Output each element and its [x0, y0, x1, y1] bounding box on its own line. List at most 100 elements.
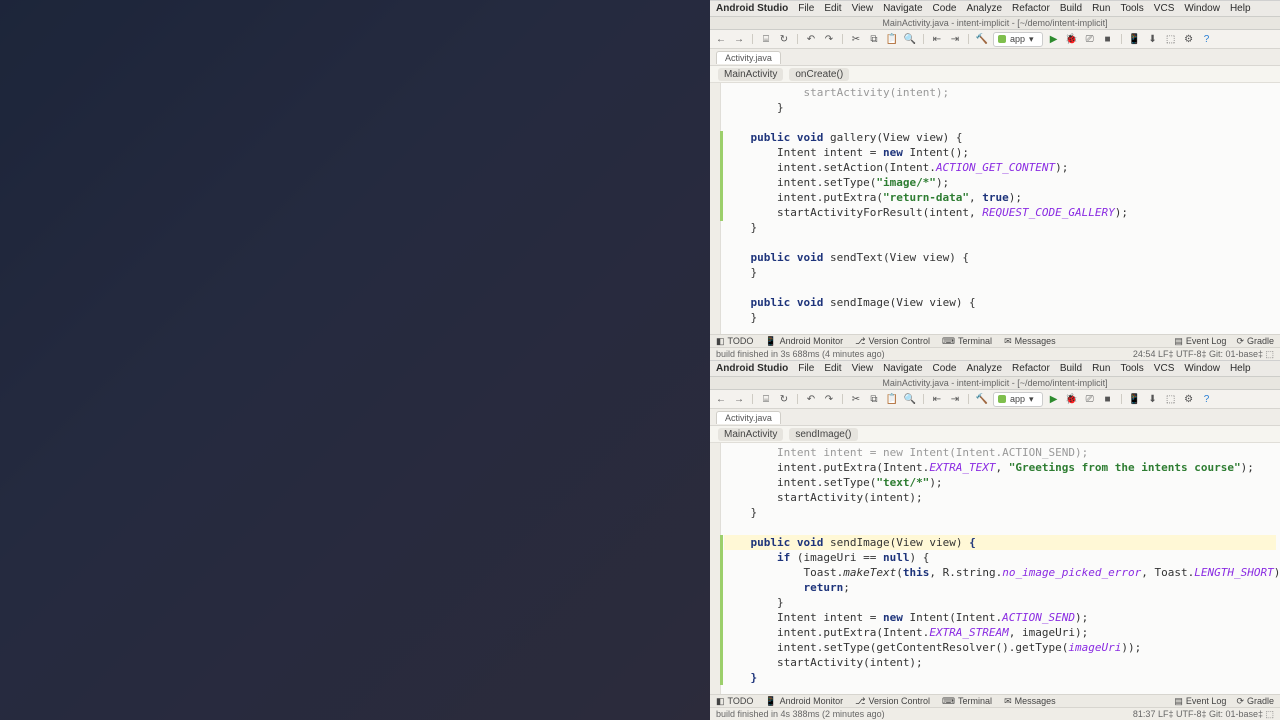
menu-item[interactable]: Window	[1184, 3, 1220, 14]
menu-item[interactable]: File	[798, 363, 814, 374]
menu-item[interactable]: Navigate	[883, 363, 922, 374]
menu-item[interactable]: Help	[1230, 363, 1251, 374]
menu-item[interactable]: Window	[1184, 363, 1220, 374]
back-icon[interactable]: ←	[714, 392, 728, 406]
undo-icon[interactable]: ↶	[804, 392, 818, 406]
find-icon[interactable]: 🔍	[903, 392, 917, 406]
copy-icon[interactable]: ⧉	[867, 392, 881, 406]
todo-tab[interactable]: ◧ TODO	[716, 696, 753, 707]
menu-item[interactable]: Build	[1060, 363, 1082, 374]
sdk-icon[interactable]: ⬇	[1146, 32, 1160, 46]
sync-icon[interactable]: ↻	[777, 392, 791, 406]
debug-icon[interactable]: 🐞	[1065, 392, 1079, 406]
editor-tab[interactable]: Activity.java	[716, 51, 781, 64]
layout-icon[interactable]: ⬚	[1164, 392, 1178, 406]
menu-item[interactable]: File	[798, 3, 814, 14]
cut-icon[interactable]: ✂	[849, 392, 863, 406]
event-log-tab[interactable]: ▤ Event Log	[1174, 696, 1226, 707]
menu-item[interactable]: View	[852, 3, 874, 14]
attach-icon[interactable]: ⎚	[1083, 32, 1097, 46]
menu-item[interactable]: Navigate	[883, 3, 922, 14]
breadcrumb-method[interactable]: sendImage()	[789, 428, 857, 441]
paste-icon[interactable]: 📋	[885, 392, 899, 406]
messages-tab[interactable]: ✉ Messages	[1004, 696, 1056, 707]
debug-icon[interactable]: 🐞	[1065, 32, 1079, 46]
avd-icon[interactable]: 📱	[1128, 392, 1142, 406]
run-config-select[interactable]: app ▾	[993, 392, 1043, 407]
menu-item[interactable]: VCS	[1154, 3, 1175, 14]
messages-tab[interactable]: ✉ Messages	[1004, 336, 1056, 347]
breadcrumb-method[interactable]: onCreate()	[789, 68, 849, 81]
terminal-tab[interactable]: ⌨ Terminal	[942, 336, 992, 347]
copy-icon[interactable]: ⧉	[867, 32, 881, 46]
help-icon[interactable]: ?	[1200, 32, 1214, 46]
code-editor[interactable]: startActivity(intent); } public void gal…	[710, 83, 1280, 334]
layout-icon[interactable]: ⬚	[1164, 32, 1178, 46]
prev-icon[interactable]: ⇤	[930, 32, 944, 46]
save-icon[interactable]: ⌸	[759, 32, 773, 46]
save-icon[interactable]: ⌸	[759, 392, 773, 406]
help-icon[interactable]: ?	[1200, 392, 1214, 406]
attach-icon[interactable]: ⎚	[1083, 392, 1097, 406]
menu-item[interactable]: Code	[933, 363, 957, 374]
run-icon[interactable]: ▶	[1047, 392, 1061, 406]
prev-icon[interactable]: ⇤	[930, 392, 944, 406]
menu-item[interactable]: Analyze	[966, 3, 1002, 14]
version-control-tab[interactable]: ⎇ Version Control	[855, 336, 930, 347]
version-control-tab[interactable]: ⎇ Version Control	[855, 696, 930, 707]
file-tabs: Activity.java	[710, 409, 1280, 426]
forward-icon[interactable]: →	[732, 392, 746, 406]
code-line: intent.putExtra(Intent.EXTRA_STREAM, ima…	[724, 625, 1276, 640]
menu-item[interactable]: Run	[1092, 3, 1110, 14]
android-monitor-tab[interactable]: 📱 Android Monitor	[765, 696, 843, 707]
stop-icon[interactable]: ■	[1101, 392, 1115, 406]
gradle-tab[interactable]: ⟳ Gradle	[1236, 336, 1274, 347]
run-icon[interactable]: ▶	[1047, 32, 1061, 46]
menu-item[interactable]: Help	[1230, 3, 1251, 14]
menu-item[interactable]: Edit	[824, 363, 841, 374]
settings-icon[interactable]: ⚙	[1182, 32, 1196, 46]
todo-tab[interactable]: ◧ TODO	[716, 336, 753, 347]
editor-tab[interactable]: Activity.java	[716, 411, 781, 424]
menu-item[interactable]: Run	[1092, 363, 1110, 374]
menu-item[interactable]: Refactor	[1012, 3, 1050, 14]
menu-item[interactable]: Refactor	[1012, 363, 1050, 374]
forward-icon[interactable]: →	[732, 32, 746, 46]
next-icon[interactable]: ⇥	[948, 32, 962, 46]
menu-item[interactable]: Tools	[1120, 363, 1143, 374]
ide-stack: Android Studio File Edit View Navigate C…	[710, 0, 1280, 720]
terminal-tab[interactable]: ⌨ Terminal	[942, 696, 992, 707]
event-log-tab[interactable]: ▤ Event Log	[1174, 336, 1226, 347]
code-editor[interactable]: Intent intent = new Intent(Intent.ACTION…	[710, 443, 1280, 694]
build-icon[interactable]: 🔨	[975, 392, 989, 406]
menu-item[interactable]: VCS	[1154, 363, 1175, 374]
undo-icon[interactable]: ↶	[804, 32, 818, 46]
breadcrumb-class[interactable]: MainActivity	[718, 68, 783, 81]
menu-item[interactable]: Code	[933, 3, 957, 14]
cut-icon[interactable]: ✂	[849, 32, 863, 46]
breadcrumb-class[interactable]: MainActivity	[718, 428, 783, 441]
back-icon[interactable]: ←	[714, 32, 728, 46]
code-line	[724, 325, 1276, 334]
next-icon[interactable]: ⇥	[948, 392, 962, 406]
redo-icon[interactable]: ↷	[822, 392, 836, 406]
build-icon[interactable]: 🔨	[975, 32, 989, 46]
avd-icon[interactable]: 📱	[1128, 32, 1142, 46]
menu-item[interactable]: View	[852, 363, 874, 374]
sdk-icon[interactable]: ⬇	[1146, 392, 1160, 406]
paste-icon[interactable]: 📋	[885, 32, 899, 46]
code-line	[724, 280, 1276, 295]
gradle-tab[interactable]: ⟳ Gradle	[1236, 696, 1274, 707]
android-monitor-tab[interactable]: 📱 Android Monitor	[765, 336, 843, 347]
menu-item[interactable]: Tools	[1120, 3, 1143, 14]
run-config-select[interactable]: app ▾	[993, 32, 1043, 47]
sync-icon[interactable]: ↻	[777, 32, 791, 46]
redo-icon[interactable]: ↷	[822, 32, 836, 46]
menu-item[interactable]: Analyze	[966, 363, 1002, 374]
code-line: startActivity(intent);	[724, 655, 1276, 670]
stop-icon[interactable]: ■	[1101, 32, 1115, 46]
find-icon[interactable]: 🔍	[903, 32, 917, 46]
settings-icon[interactable]: ⚙	[1182, 392, 1196, 406]
menu-item[interactable]: Edit	[824, 3, 841, 14]
menu-item[interactable]: Build	[1060, 3, 1082, 14]
